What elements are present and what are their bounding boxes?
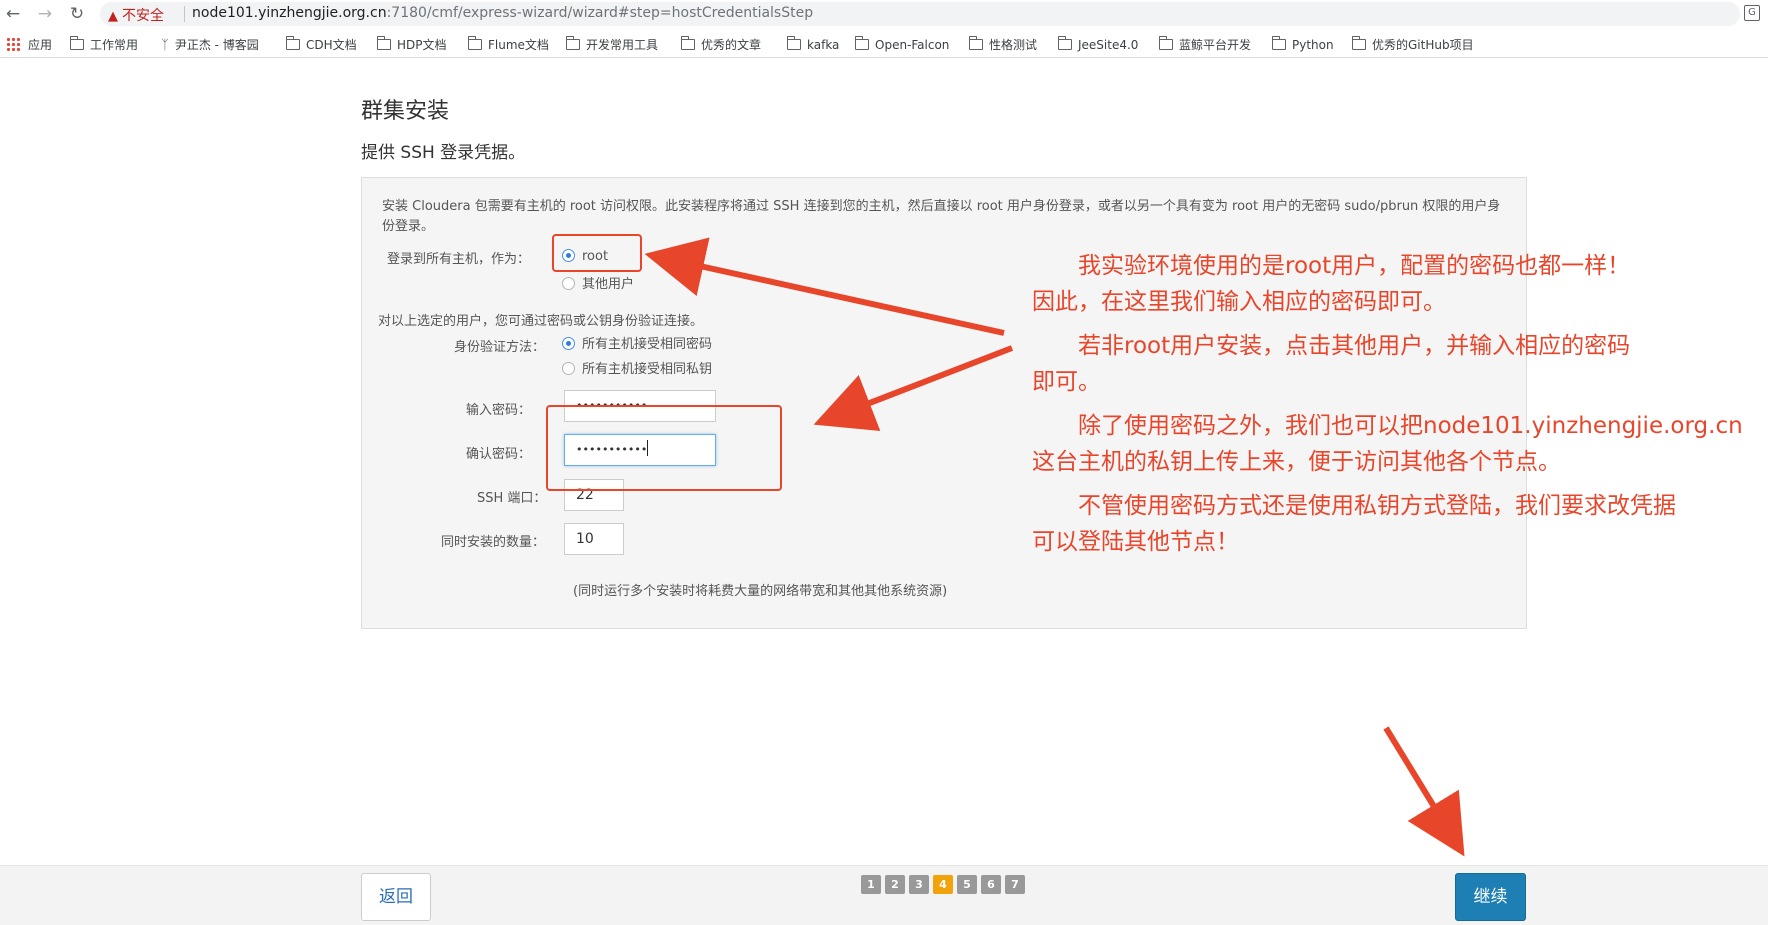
confirm-password-label: 确认密码：: [466, 447, 532, 462]
password-highlight-box: [546, 405, 782, 491]
login-as-label: 登录到所有主机，作为：: [387, 252, 531, 267]
page-subtitle: 提供 SSH 登录凭据。: [361, 143, 526, 163]
radio-selected-icon[interactable]: [562, 337, 575, 350]
step-5[interactable]: 5: [957, 875, 977, 894]
bookmark-item[interactable]: Open-Falcon: [854, 36, 949, 54]
folder-icon: [1158, 36, 1173, 50]
url-separator: [184, 6, 185, 22]
browser-toolbar: ← → ↻ ▲ 不安全 node101.yinzhengjie.org.cn:71…: [0, 0, 1768, 27]
login-option-other-user[interactable]: 其他用户: [562, 276, 634, 294]
apps-grid-icon: [6, 37, 20, 51]
reload-icon[interactable]: ↻: [66, 3, 88, 25]
bookmark-item[interactable]: CDH文档: [285, 36, 357, 54]
folder-icon: [376, 36, 391, 50]
step-6[interactable]: 6: [981, 875, 1001, 894]
bookmark-item[interactable]: HDP文档: [376, 36, 447, 54]
step-3[interactable]: 3: [909, 875, 929, 894]
folder-icon: [1057, 36, 1072, 50]
arrow-to-continue-button: [1383, 726, 1465, 857]
bookmark-item[interactable]: 工作常用: [69, 36, 138, 54]
security-indicator[interactable]: ▲ 不安全: [108, 5, 164, 25]
radio-unselected-icon[interactable]: [562, 362, 575, 375]
bookmark-item[interactable]: 开发常用工具: [565, 36, 658, 54]
folder-icon: [680, 36, 695, 50]
step-2[interactable]: 2: [885, 875, 905, 894]
bookmark-item[interactable]: 优秀的GitHub项目: [1351, 36, 1474, 54]
step-7[interactable]: 7: [1005, 875, 1025, 894]
folder-icon: [467, 36, 482, 50]
auth-option-private-key[interactable]: 所有主机接受相同私钥: [562, 361, 712, 379]
bookmark-item[interactable]: kafka: [786, 36, 839, 54]
back-button[interactable]: 返回: [361, 873, 431, 921]
concurrent-installs-input[interactable]: 10: [564, 523, 624, 555]
password-label: 输入密码：: [466, 403, 532, 418]
folder-icon: [786, 36, 801, 50]
blog-icon: ᛉ: [161, 38, 169, 53]
bookmark-item[interactable]: ᛉ 尹正杰 - 博客园: [161, 36, 259, 54]
folder-icon: [1271, 36, 1286, 50]
install-description: 安装 Cloudera 包需要有主机的 root 访问权限。此安装程序将通过 S…: [382, 199, 1501, 234]
ssh-port-label: SSH 端口：: [477, 491, 547, 506]
radio-unselected-icon[interactable]: [562, 277, 575, 290]
folder-icon: [69, 36, 84, 50]
folder-icon: [1351, 36, 1366, 50]
auth-method-label: 身份验证方法：: [454, 340, 546, 355]
bookmark-item[interactable]: Flume文档: [467, 36, 549, 54]
bookmark-item[interactable]: 性格测试: [968, 36, 1037, 54]
page-title: 群集安装: [361, 99, 450, 124]
bookmark-item[interactable]: Python: [1271, 36, 1334, 54]
folder-icon: [854, 36, 869, 50]
address-bar[interactable]: ▲ 不安全 node101.yinzhengjie.org.cn:7180/cmf…: [100, 2, 1740, 26]
back-arrow-icon[interactable]: ←: [2, 3, 24, 25]
bookmark-item[interactable]: 蓝鲸平台开发: [1158, 36, 1251, 54]
folder-icon: [968, 36, 983, 50]
step-4-current[interactable]: 4: [933, 875, 953, 894]
warning-triangle-icon: ▲: [108, 9, 118, 24]
auth-option-password[interactable]: 所有主机接受相同密码: [562, 336, 712, 354]
bookmark-item[interactable]: 优秀的文章: [680, 36, 761, 54]
url-text[interactable]: node101.yinzhengjie.org.cn:7180/cmf/expr…: [192, 5, 813, 21]
bookmark-item[interactable]: JeeSite4.0: [1057, 36, 1138, 54]
concurrent-installs-note: (同时运行多个安装时将耗费大量的网络带宽和其他其他系统资源): [573, 584, 948, 599]
step-1[interactable]: 1: [861, 875, 881, 894]
bookmarks-bar: 应用 工作常用 ᛉ 尹正杰 - 博客园 CDH文档 HDP文档 Flume文档 开…: [0, 32, 1768, 58]
concurrent-installs-label: 同时安装的数量：: [441, 535, 546, 550]
root-highlight-box: [552, 234, 642, 272]
auth-intro-text: 对以上选定的用户，您可通过密码或公钥身份验证连接。: [378, 314, 704, 329]
folder-icon: [565, 36, 580, 50]
annotation-text: 我实验环境使用的是root用户，配置的密码也都一样！ 因此，在这里我们输入相应的…: [1032, 253, 1743, 555]
bookmark-apps[interactable]: 应用: [6, 36, 52, 54]
continue-button[interactable]: 继续: [1455, 873, 1526, 921]
forward-arrow-icon[interactable]: →: [34, 3, 56, 25]
folder-icon: [285, 36, 300, 50]
translate-icon[interactable]: G: [1744, 5, 1760, 21]
